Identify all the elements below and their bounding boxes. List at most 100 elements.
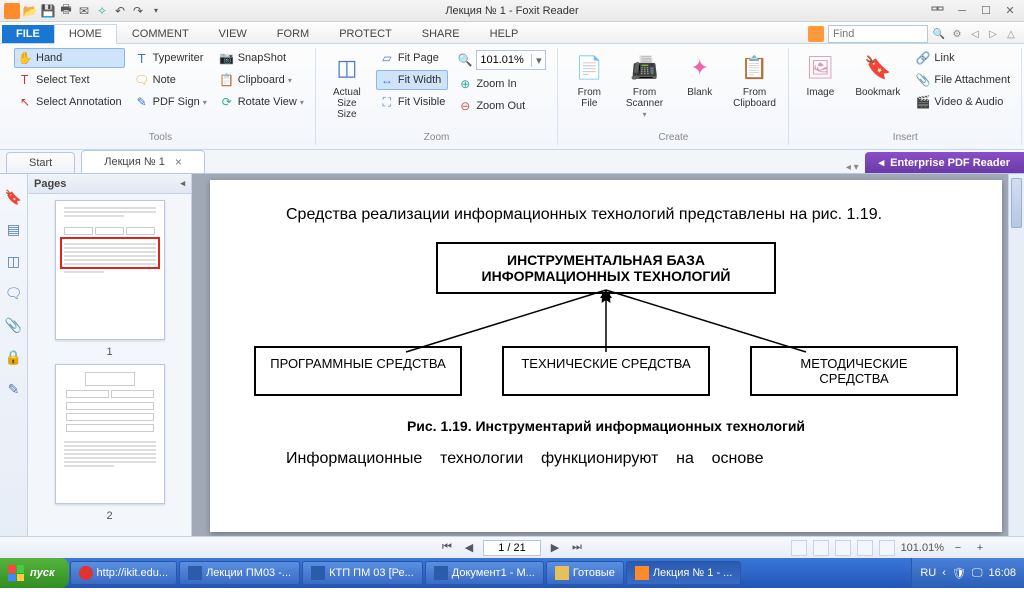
image-button[interactable]: 🖼Image <box>797 48 843 130</box>
tab-protect[interactable]: PROTECT <box>324 24 407 43</box>
layers-panel-icon[interactable]: ◫ <box>5 252 23 270</box>
tab-home[interactable]: HOME <box>54 24 117 44</box>
zoom-input[interactable] <box>477 54 531 66</box>
taskbar-item-5[interactable]: Лекция № 1 - ... <box>626 561 742 585</box>
tray-expand-icon[interactable]: ‹ <box>942 567 946 579</box>
panel-collapse-icon[interactable]: ◂ <box>180 178 185 189</box>
ribbon-min-icon[interactable] <box>928 4 948 18</box>
security-panel-icon[interactable]: 🔒 <box>5 348 23 366</box>
clipboard-tool[interactable]: 📋Clipboard ▾ <box>216 70 307 90</box>
zoom-lens-icon: 🔍 <box>457 52 473 68</box>
undo-icon[interactable]: ↶ <box>112 3 128 19</box>
zoom-dropdown-icon[interactable]: ▾ <box>531 54 545 67</box>
fit-visible-button[interactable]: ⛶Fit Visible <box>376 92 448 112</box>
zoom-value[interactable]: 🔍▾ <box>454 48 549 72</box>
tab-comment[interactable]: COMMENT <box>117 24 204 43</box>
new-icon[interactable]: ✧ <box>94 3 110 19</box>
from-clipboard-button[interactable]: 📋From Clipboard <box>729 48 781 130</box>
prev-page-icon[interactable]: ◀ <box>461 540 477 556</box>
typewriter-tool[interactable]: ＴTypewriter <box>131 48 210 68</box>
tab-file[interactable]: FILE <box>2 25 54 43</box>
close-icon[interactable]: ✕ <box>1000 4 1020 18</box>
enterprise-banner[interactable]: ◂Enterprise PDF Reader <box>865 152 1024 173</box>
mail-icon[interactable]: ✉ <box>76 3 92 19</box>
signatures-panel-icon[interactable]: ✎ <box>5 380 23 398</box>
hand-tool[interactable]: ✋Hand <box>14 48 125 68</box>
select-text-tool[interactable]: ᎢSelect Text <box>14 70 125 90</box>
document-viewport[interactable]: Средства реализации информационных техно… <box>192 174 1024 536</box>
fit-width-button[interactable]: ↔Fit Width <box>376 70 448 90</box>
taskbar-item-2[interactable]: КТП ПМ 03 [Ре... <box>302 561 423 585</box>
attach-icon: 📎 <box>915 72 931 88</box>
zoom-out-status-icon[interactable]: − <box>950 540 966 556</box>
thumbnail-2[interactable] <box>55 364 165 504</box>
snapshot-tool[interactable]: 📷SnapShot <box>216 48 307 68</box>
print-icon[interactable]: 🖶 <box>58 3 74 19</box>
link-button[interactable]: 🔗Link <box>912 48 1013 68</box>
tab-help[interactable]: HELP <box>475 24 534 43</box>
maximize-icon[interactable]: ☐ <box>976 4 996 18</box>
comments-panel-icon[interactable]: 🗨 <box>5 284 23 302</box>
thumbnail-1[interactable] <box>55 200 165 340</box>
view-fullscreen-icon[interactable] <box>879 540 895 556</box>
taskbar-item-4[interactable]: Готовые <box>546 561 624 585</box>
bookmark-panel-icon[interactable]: 🔖 <box>5 188 23 206</box>
taskbar-item-1[interactable]: Лекции ПМ03 -... <box>179 561 300 585</box>
blank-button[interactable]: ✦Blank <box>677 48 723 130</box>
last-page-icon[interactable]: ⏭ <box>569 540 585 556</box>
view-facing-icon[interactable] <box>835 540 851 556</box>
next-page-icon[interactable]: ▶ <box>547 540 563 556</box>
first-page-icon[interactable]: ⏮ <box>439 540 455 556</box>
file-attachment-button[interactable]: 📎File Attachment <box>912 70 1013 90</box>
doc-tab-current[interactable]: Лекция № 1× <box>81 150 205 173</box>
open-icon[interactable]: 📂 <box>22 3 38 19</box>
lang-indicator[interactable]: RU <box>920 567 936 579</box>
tray-volume-icon[interactable]: 🛡 <box>952 567 966 580</box>
fit-visible-label: Fit Visible <box>398 96 445 108</box>
zoom-out-button[interactable]: ⊖Zoom Out <box>454 96 549 116</box>
doc-tab-start[interactable]: Start <box>6 152 75 173</box>
pages-panel-icon[interactable]: ▤ <box>5 220 23 238</box>
next-find-icon[interactable]: ▷ <box>986 27 1000 41</box>
rotate-view-tool[interactable]: ⟳Rotate View ▾ <box>216 92 307 112</box>
video-audio-button[interactable]: 🎬Video & Audio <box>912 92 1013 112</box>
view-single-icon[interactable] <box>791 540 807 556</box>
tab-form[interactable]: FORM <box>262 24 324 43</box>
qa-dropdown-icon[interactable]: ▾ <box>148 3 164 19</box>
search-app-icon[interactable] <box>808 26 824 42</box>
taskbar-item-0[interactable]: http://ikit.edu... <box>70 561 178 585</box>
zoom-in-button[interactable]: ⊕Zoom In <box>454 74 549 94</box>
tab-view[interactable]: VIEW <box>204 24 262 43</box>
from-scanner-button[interactable]: 📠From Scanner ▾ <box>618 48 670 130</box>
prev-find-icon[interactable]: ◁ <box>968 27 982 41</box>
actual-size-button[interactable]: ◫ Actual SizeSize <box>324 48 370 130</box>
collapse-ribbon-icon[interactable]: △ <box>1004 27 1018 41</box>
vertical-scrollbar[interactable] <box>1008 174 1024 536</box>
select-annotation-tool[interactable]: ↖Select Annotation <box>14 92 125 112</box>
tabs-overflow-icon[interactable]: ◂ ▾ <box>840 162 865 173</box>
minimize-icon[interactable]: ─ <box>952 4 972 18</box>
redo-icon[interactable]: ↷ <box>130 3 146 19</box>
view-continuous-icon[interactable] <box>813 540 829 556</box>
search-input[interactable] <box>828 25 928 43</box>
note-tool[interactable]: 🗨Note <box>131 70 210 90</box>
attachments-panel-icon[interactable]: 📎 <box>5 316 23 334</box>
search-go-icon[interactable]: 🔍 <box>932 27 946 41</box>
gear-icon[interactable]: ⚙ <box>950 27 964 41</box>
tray-monitor-icon[interactable]: 🖵 <box>972 567 983 580</box>
save-icon[interactable]: 💾 <box>40 3 56 19</box>
pdf-sign-tool[interactable]: ✎PDF Sign ▾ <box>131 92 210 112</box>
from-file-button[interactable]: 📄From File <box>566 48 612 130</box>
view-cont-facing-icon[interactable] <box>857 540 873 556</box>
fit-page-button[interactable]: ▱Fit Page <box>376 48 448 68</box>
clock[interactable]: 16:08 <box>988 567 1016 579</box>
page-input[interactable] <box>483 540 541 556</box>
thumbnails[interactable]: 1 2 <box>28 194 191 536</box>
tab-share[interactable]: SHARE <box>407 24 475 43</box>
scrollbar-thumb[interactable] <box>1011 178 1022 228</box>
zoom-in-status-icon[interactable]: + <box>972 540 988 556</box>
start-button[interactable]: пуск <box>0 558 69 588</box>
bookmark-button[interactable]: 🔖Bookmark <box>849 48 906 130</box>
close-tab-icon[interactable]: × <box>175 155 182 169</box>
taskbar-item-3[interactable]: Документ1 - M... <box>425 561 544 585</box>
